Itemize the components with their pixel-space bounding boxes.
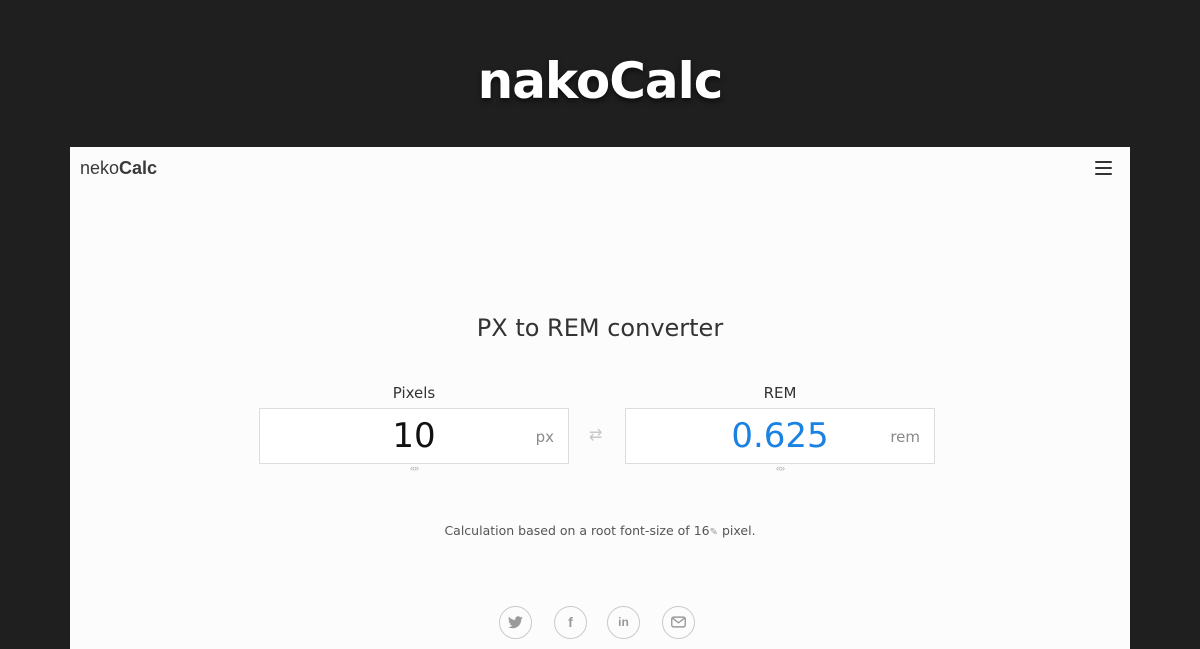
note-suffix: pixel. <box>721 523 756 538</box>
pixels-field[interactable]: px <box>259 408 569 464</box>
rem-field[interactable]: rem <box>625 408 935 464</box>
hamburger-menu-icon[interactable] <box>1095 161 1112 175</box>
twitter-icon[interactable] <box>499 606 532 639</box>
rem-input[interactable] <box>626 409 934 463</box>
rem-resize-handle[interactable]: «» <box>625 463 935 473</box>
app-window: nekoCalc PX to REM converter Pixels px «… <box>70 147 1130 649</box>
navbar: nekoCalc <box>70 147 1130 191</box>
pixels-unit: px <box>535 428 554 446</box>
logo[interactable]: nekoCalc <box>80 158 157 179</box>
facebook-icon[interactable]: f <box>554 606 587 639</box>
mail-icon[interactable] <box>662 606 695 639</box>
root-font-size-value[interactable]: 16 <box>694 523 710 538</box>
banner-title: nakoCalc <box>477 52 724 110</box>
pixels-label: Pixels <box>392 384 436 402</box>
page-title: PX to REM converter <box>476 314 724 342</box>
logo-light-text: neko <box>80 158 120 178</box>
social-share-row: f in <box>70 606 1130 640</box>
rem-unit: rem <box>890 428 920 446</box>
pixels-resize-handle[interactable]: «» <box>259 463 569 473</box>
rem-label: REM <box>763 384 797 402</box>
pixels-input[interactable] <box>260 409 568 463</box>
linkedin-icon[interactable]: in <box>607 606 640 639</box>
pencil-icon[interactable]: ✎ <box>710 527 718 538</box>
logo-bold-text: Calc <box>119 158 158 178</box>
calculation-note: Calculation based on a root font-size of… <box>70 523 1130 538</box>
note-prefix: Calculation based on a root font-size of <box>444 523 690 538</box>
swap-icon[interactable]: ⇄ <box>589 425 602 445</box>
